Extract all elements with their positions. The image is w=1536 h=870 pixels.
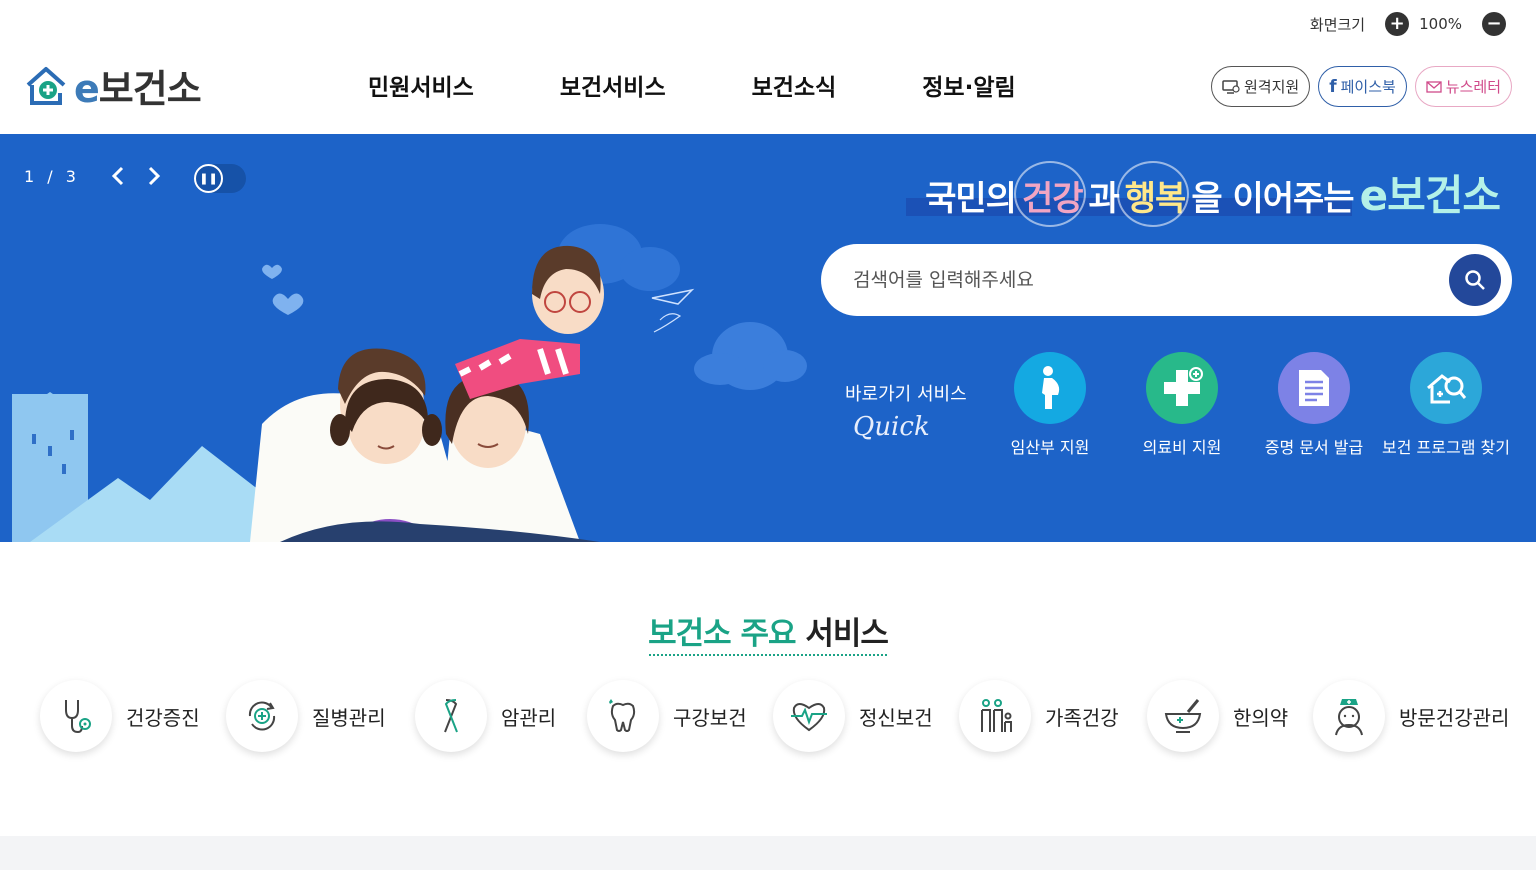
logo-text: 보건소 [98,67,202,111]
service-label: 가족건강 [1045,705,1119,730]
service-label: 암관리 [501,705,557,730]
slogan-part2: 과 [1088,179,1120,219]
quick-pregnancy-support[interactable]: 임산부 지원 [985,352,1115,458]
quick-label: 증명 문서 발급 [1264,438,1364,457]
nurse-icon [1313,680,1385,752]
next-slide-button[interactable] [142,164,166,188]
autoplay-toggle[interactable]: ❚❚ [194,164,246,193]
house-search-icon [1410,352,1482,424]
family-icon [959,680,1031,752]
footer-strip [0,836,1536,870]
family-illustration [12,224,807,542]
quick-document-issue[interactable]: 증명 문서 발급 [1249,352,1379,458]
quick-script-label: Quick [853,412,930,442]
service-label: 한의약 [1233,705,1289,730]
facebook-label: 페이스북 [1340,78,1396,96]
main-navigation: 민원서비스 보건서비스 보건소식 정보·알림 [368,68,1016,102]
medical-cross-icon [1146,352,1218,424]
slogan-part3: 을 이어주는 [1191,179,1354,219]
utility-links: 원격지원 f 페이스북 뉴스레터 [1210,66,1512,107]
pregnant-woman-icon [1014,352,1086,424]
slide-total: 3 [65,166,80,186]
service-oral-health[interactable]: 구강보건 [587,680,747,752]
slide-current: 1 [24,166,39,186]
quick-medical-support[interactable]: 의료비 지원 [1117,352,1247,458]
remote-support-label: 원격지원 [1243,78,1300,96]
rotate-cross-icon [226,680,298,752]
document-icon [1278,352,1350,424]
service-label: 구강보건 [673,705,747,730]
newsletter-label: 뉴스레터 [1445,78,1501,96]
facebook-icon: f [1329,76,1337,97]
heart-pulse-icon [773,680,845,752]
service-home-visit-care[interactable]: 방문건강관리 [1313,680,1509,752]
nav-health-service[interactable]: 보건서비스 [560,68,666,102]
slide-separator: / [47,166,57,186]
slogan-brand: e보건소 [1359,171,1501,220]
nav-civil-service[interactable]: 민원서비스 [368,68,474,102]
pause-icon: ❚❚ [194,164,223,193]
search-button[interactable] [1449,254,1501,306]
tooth-icon [587,680,659,752]
site-header: e보건소 민원서비스 보건서비스 보건소식 정보·알림 원격지원 f 페이스북 … [0,40,1536,134]
monitor-icon [1222,79,1240,94]
mail-icon [1426,80,1442,93]
services-title-accent: 보건소 주요 [648,616,796,652]
zoom-in-button[interactable]: + [1385,12,1410,36]
service-korean-medicine[interactable]: 한의약 [1147,680,1288,752]
zoom-out-button[interactable]: − [1482,12,1506,36]
screen-size-control: 화면크기 + 100% − [1310,8,1506,40]
service-disease-control[interactable]: 질병관리 [226,680,386,752]
slogan-part1: 국민의 [925,179,1017,219]
service-label: 건강증진 [126,705,200,730]
nav-health-news[interactable]: 보건소식 [752,68,837,102]
newsletter-button[interactable]: 뉴스레터 [1414,66,1512,107]
slide-controls: 1 / 3 [24,164,166,188]
screen-size-label: 화면크기 [1309,15,1366,34]
service-health-promotion[interactable]: 건강증진 [40,680,200,752]
service-label: 방문건강관리 [1399,705,1510,730]
paper-plane-shape [651,288,695,305]
quick-program-search[interactable]: 보건 프로그램 찾기 [1381,352,1511,458]
nav-info-notice[interactable]: 정보·알림 [922,68,1015,102]
mortar-icon [1147,680,1219,752]
remote-support-button[interactable]: 원격지원 [1210,66,1311,107]
service-label: 질병관리 [312,705,386,730]
service-label: 정신보건 [859,705,933,730]
hero-slogan: 국민의 건강 과 행복 을 이어주는 e보건소 [925,161,1501,227]
quick-service-title: 바로가기 서비스 [845,384,967,405]
service-cancer-care[interactable]: 암관리 [415,680,556,752]
chevron-left-icon [111,166,124,186]
quick-label: 의료비 지원 [1142,438,1222,457]
search-box [821,244,1512,316]
zoom-level: 100% [1419,15,1462,33]
mother-figure [440,374,580,542]
service-mental-health[interactable]: 정신보건 [773,680,933,752]
search-input[interactable] [853,264,1433,296]
house-cross-logo-icon [26,66,66,105]
services-title-rest: 서비스 [805,616,889,652]
logo-e: e [74,67,100,111]
hero-banner: 1 / 3 ❚❚ 국민의 건강 과 행복 을 이어주는 e보건소 바로가기 서비… [0,134,1536,542]
heart-shape [262,264,304,315]
main-services-list: 건강증진 질병관리 암관리 구강보건 정신보건 가족건강 한의약 방문건강관리 [0,680,1536,754]
main-services-title: 보건소 주요 서비스 [0,608,1536,653]
quick-label: 임산부 지원 [1010,438,1090,457]
ribbon-icon [415,680,487,752]
prev-slide-button[interactable] [106,164,130,188]
cloud-shape [694,322,807,390]
boy-figure [455,245,604,399]
stethoscope-icon [40,680,112,752]
chevron-right-icon [148,166,161,186]
search-icon [1465,270,1485,290]
service-family-health[interactable]: 가족건강 [959,680,1119,752]
site-logo[interactable]: e보건소 [24,58,202,113]
facebook-button[interactable]: f 페이스북 [1318,66,1407,107]
quick-label: 보건 프로그램 찾기 [1382,438,1510,457]
